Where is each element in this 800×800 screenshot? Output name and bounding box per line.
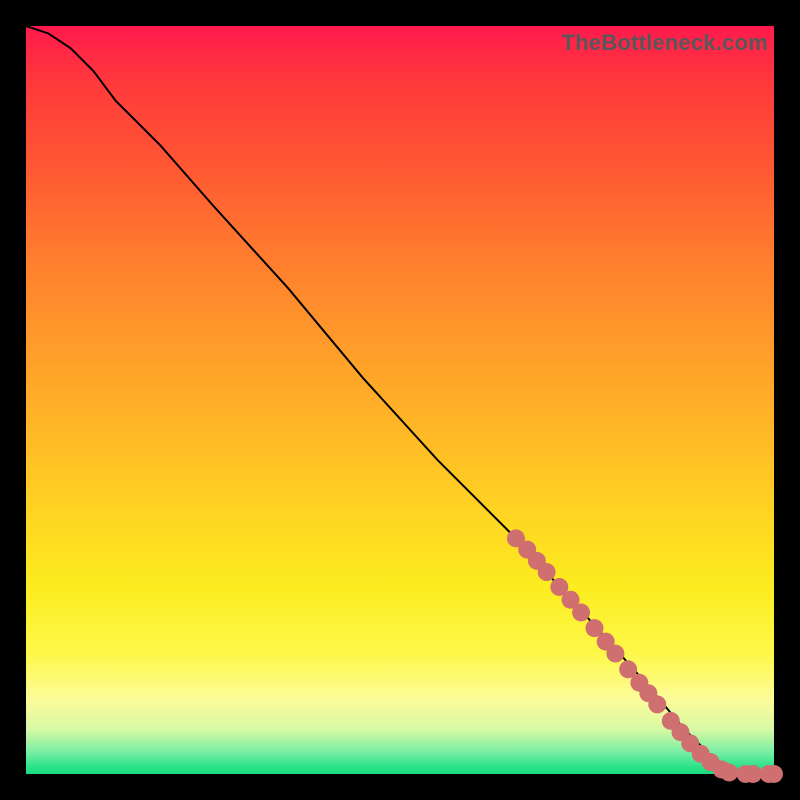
chart-overlay	[26, 26, 774, 774]
marker-dot	[765, 765, 783, 783]
marker-group	[507, 529, 783, 783]
marker-dot	[606, 645, 624, 663]
chart-stage: TheBottleneck.com	[0, 0, 800, 800]
marker-dot	[538, 563, 556, 581]
marker-dot	[720, 764, 738, 782]
marker-dot	[648, 695, 666, 713]
curve-line	[26, 26, 774, 774]
marker-dot	[572, 603, 590, 621]
marker-dot	[744, 765, 762, 783]
plot-area: TheBottleneck.com	[26, 26, 774, 774]
